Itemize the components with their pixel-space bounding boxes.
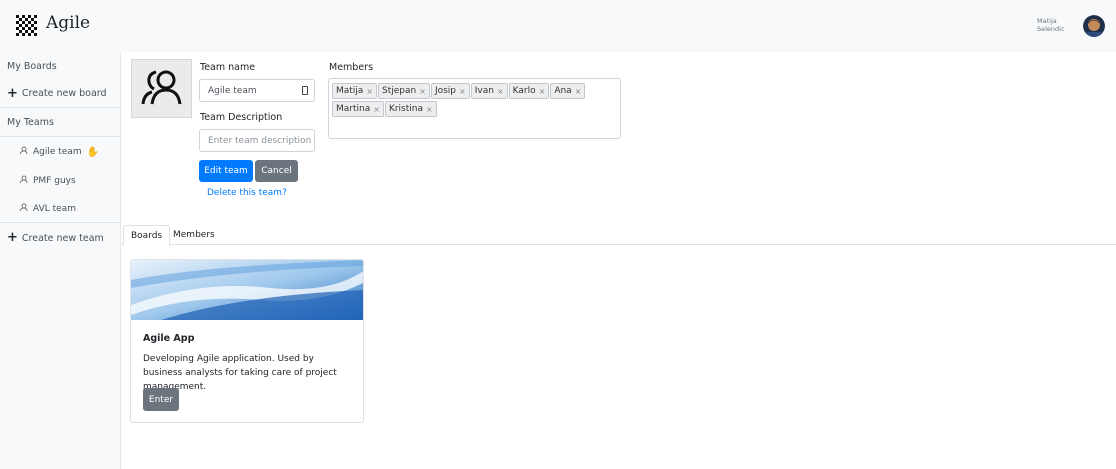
checkered-flag-logo-icon[interactable] [16, 15, 37, 36]
remove-icon[interactable]: × [366, 87, 373, 96]
edit-team-button[interactable]: Edit team [199, 160, 253, 182]
sidebar-item-label: My Boards [7, 60, 57, 72]
sidebar-item-label: Create new team [21, 232, 104, 244]
sidebar-item-team-agile[interactable]: Agile team ✋ [0, 138, 120, 166]
sidebar-item-create-team[interactable]: + Create new team [0, 224, 120, 252]
member-chip[interactable]: Martina × [332, 101, 384, 117]
members-select[interactable]: Matija × Stjepan × Josip × Ivan × Karlo × Ana × Mart… [328, 78, 621, 139]
tab-boards[interactable]: Boards [123, 225, 171, 246]
app-brand[interactable]: Agile [46, 13, 90, 33]
cancel-button[interactable]: Cancel [255, 160, 298, 182]
sidebar: My Boards + Create new board My Teams Ag… [0, 52, 121, 469]
user-first-name: Matija [1037, 17, 1057, 25]
team-name-value: Agile team [208, 85, 257, 96]
remove-icon[interactable]: × [539, 87, 546, 96]
remove-icon[interactable]: × [459, 87, 466, 96]
remove-icon[interactable]: × [426, 105, 433, 114]
team-icon [19, 146, 28, 158]
team-icon [19, 203, 28, 215]
member-chip[interactable]: Ivan × [470, 83, 508, 99]
sidebar-item-label: Agile team [33, 147, 82, 157]
team-name-label: Team name [200, 62, 256, 73]
member-chip-label: Josip [434, 86, 457, 96]
top-navbar: Agile Matija Selendic [0, 0, 1116, 52]
team-icon [19, 175, 28, 187]
member-chip[interactable]: Josip × [430, 83, 470, 99]
member-chip[interactable]: Kristina × [384, 101, 437, 117]
member-chip-label: Matija [336, 86, 364, 96]
field-info-icon[interactable] [302, 86, 308, 95]
hand-icon: ✋ [86, 146, 100, 158]
team-name-input[interactable]: Agile team [199, 79, 315, 102]
remove-icon[interactable]: × [575, 87, 582, 96]
team-description-label: Team Description [200, 112, 283, 123]
board-card: Agile App Developing Agile application. … [130, 259, 364, 423]
team-description-placeholder: Enter team description [208, 135, 312, 146]
sidebar-item-label: PMF guys [33, 176, 76, 186]
member-chip[interactable]: Matija × [332, 83, 378, 99]
remove-icon[interactable]: × [373, 105, 380, 114]
enter-board-button[interactable]: Enter [143, 388, 179, 411]
sidebar-item-my-boards[interactable]: My Boards [0, 52, 120, 80]
team-avatar [131, 59, 192, 118]
remove-icon[interactable]: × [419, 87, 426, 96]
team-tabs: Boards Members [121, 225, 1116, 246]
user-name: Matija Selendic [1037, 17, 1067, 33]
board-card-image [131, 260, 363, 320]
sidebar-item-team-avl[interactable]: AVL team [0, 195, 120, 223]
member-chip-label: Karlo [512, 86, 536, 96]
user-avatar[interactable] [1083, 15, 1105, 37]
user-last-name: Selendic [1037, 25, 1065, 33]
member-chip[interactable]: Stjepan × [378, 83, 430, 99]
member-chip-label: Stjepan [382, 86, 417, 96]
member-chip[interactable]: Karlo × [508, 83, 550, 99]
plus-icon: + [7, 85, 18, 101]
sidebar-item-my-teams[interactable]: My Teams [0, 109, 120, 137]
sidebar-item-team-pmf[interactable]: PMF guys [0, 167, 120, 195]
member-chip-label: Ana [554, 86, 572, 96]
member-chip-label: Ivan [474, 86, 494, 96]
member-chip[interactable]: Ana × [550, 83, 586, 99]
team-description-input[interactable]: Enter team description [199, 129, 315, 152]
tab-members[interactable]: Members [166, 225, 222, 245]
sidebar-item-create-board[interactable]: + Create new board [0, 80, 120, 108]
sidebar-item-label: AVL team [33, 203, 76, 214]
sidebar-item-label: My Teams [7, 117, 54, 128]
delete-team-link[interactable]: Delete this team? [207, 188, 287, 198]
remove-icon[interactable]: × [497, 87, 504, 96]
plus-icon: + [7, 230, 18, 245]
team-people-icon [141, 70, 182, 105]
board-card-title: Agile App [143, 333, 195, 344]
members-label: Members [329, 62, 374, 73]
member-chip-label: Kristina [388, 104, 423, 114]
sidebar-item-label: Create new board [21, 88, 107, 99]
member-chip-label: Martina [336, 104, 371, 114]
